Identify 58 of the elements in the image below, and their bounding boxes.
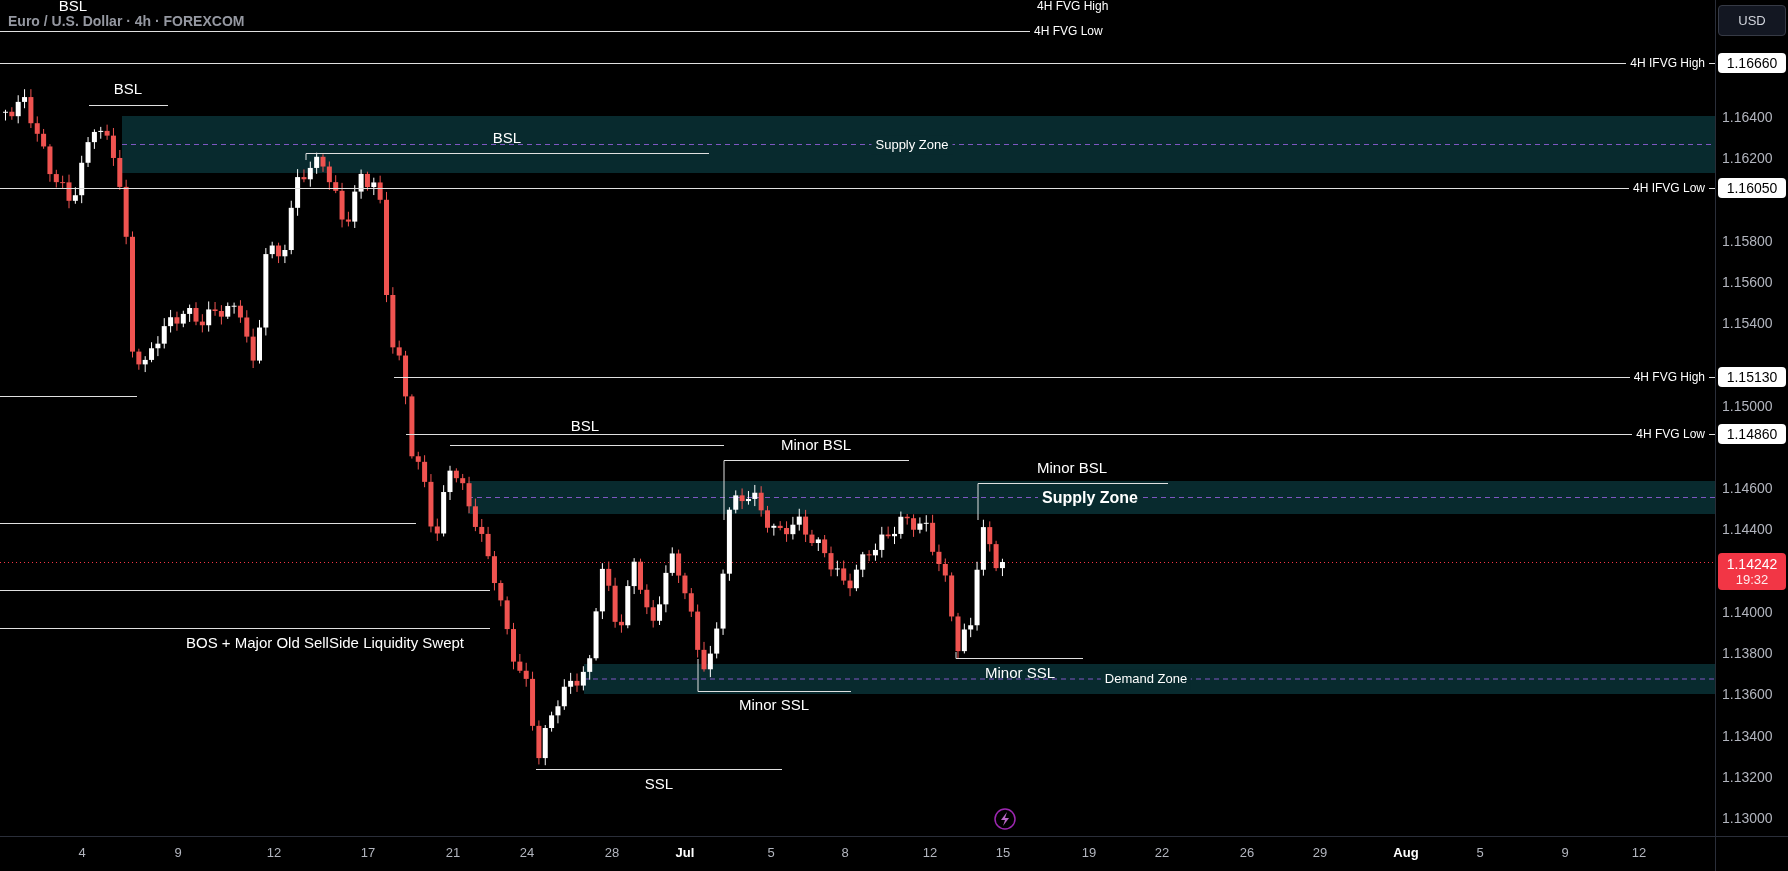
countdown-timer: 19:32 — [1735, 571, 1769, 588]
time-label: Jul — [675, 844, 695, 863]
time-label: 5 — [1476, 844, 1484, 863]
time-label: 15 — [995, 844, 1011, 863]
time-label: 4 — [78, 844, 86, 863]
liquidity-label: BSL — [113, 78, 143, 99]
time-label: 19 — [1081, 844, 1097, 863]
chart-title: Euro / U.S. Dollar · 4h · FOREXCOM — [8, 12, 245, 31]
level-label: 4H FVG Low — [1033, 23, 1104, 40]
price-tick: 1.13000 — [1722, 808, 1773, 828]
currency-button[interactable]: USD — [1718, 5, 1786, 36]
level-label: 4H IFVG High — [1629, 55, 1706, 72]
price-tick: 1.13800 — [1722, 643, 1773, 663]
time-label: 5 — [767, 844, 775, 863]
liquidity-label: BSL — [58, 0, 88, 15]
price-label: 1.15130 — [1718, 367, 1786, 387]
time-label: Aug — [1393, 844, 1419, 863]
price-tick: 1.16200 — [1722, 148, 1773, 168]
liquidity-label: Minor BSL — [1037, 457, 1107, 478]
price-tick: 1.13600 — [1722, 684, 1773, 704]
price-label: 1.16050 — [1718, 178, 1786, 198]
liquidity-label: BSL — [492, 127, 522, 148]
level-label: 4H FVG High — [1036, 0, 1110, 15]
price-tick: 1.14600 — [1722, 478, 1773, 498]
price-label: 1.14860 — [1718, 424, 1786, 444]
level-label: 4H FVG High — [1632, 369, 1706, 386]
liquidity-label: Minor SSL — [985, 662, 1055, 683]
time-label: 28 — [604, 844, 620, 863]
liquidity-label: Minor SSL — [739, 694, 809, 715]
price-tick: 1.16400 — [1722, 107, 1773, 127]
current-price: 1.14242 — [1726, 555, 1778, 572]
level-label: 4H IFVG Low — [1631, 180, 1706, 197]
time-label: 12 — [1631, 844, 1647, 863]
liquidity-label: Minor BSL — [781, 434, 851, 455]
price-tick: 1.13200 — [1722, 767, 1773, 787]
time-label: 29 — [1312, 844, 1328, 863]
price-tick: 1.15600 — [1722, 272, 1773, 292]
price-tick: 1.15400 — [1722, 313, 1773, 333]
time-label: 21 — [445, 844, 461, 863]
liquidity-label: SSL — [644, 773, 674, 794]
time-label: 9 — [1561, 844, 1569, 863]
time-label: 26 — [1239, 844, 1255, 863]
time-label: 12 — [266, 844, 282, 863]
liquidity-label: BOS + Major Old SellSide Liquidity Swept — [185, 632, 465, 653]
time-label: 17 — [360, 844, 376, 863]
liquidity-label: BSL — [570, 415, 600, 436]
time-label: 9 — [174, 844, 182, 863]
price-tick: 1.14000 — [1722, 602, 1773, 622]
price-tick: 1.15800 — [1722, 231, 1773, 251]
price-tick: 1.14400 — [1722, 519, 1773, 539]
price-tick: 1.13400 — [1722, 726, 1773, 745]
level-label: 4H FVG Low — [1635, 426, 1706, 443]
time-label: 24 — [519, 844, 535, 863]
price-label: 1.16660 — [1718, 53, 1786, 73]
time-label: 12 — [922, 844, 938, 863]
time-label: 8 — [841, 844, 849, 863]
time-label: 22 — [1154, 844, 1170, 863]
price-tick: 1.15000 — [1722, 396, 1773, 416]
